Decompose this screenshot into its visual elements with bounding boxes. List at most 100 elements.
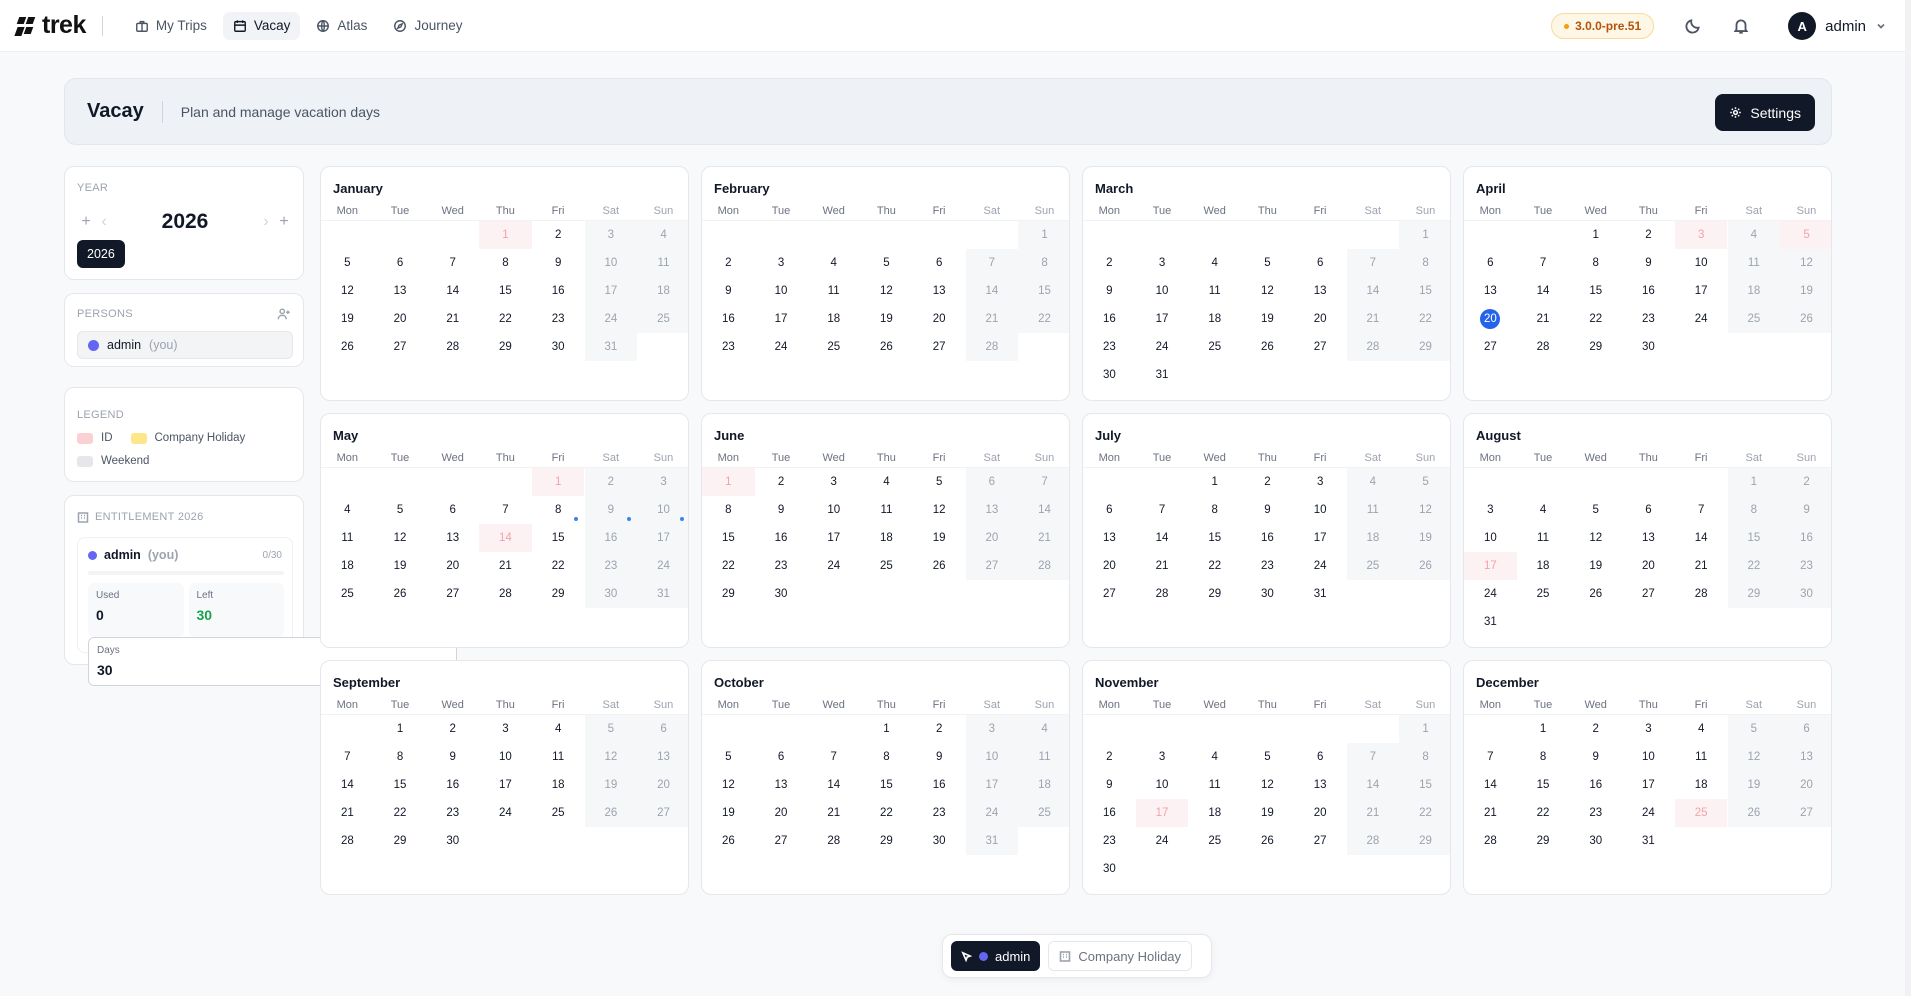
- day-cell[interactable]: 18: [1188, 305, 1241, 333]
- day-cell[interactable]: 17: [1464, 552, 1517, 580]
- day-cell[interactable]: 5: [374, 496, 427, 524]
- day-cell[interactable]: 19: [1399, 524, 1450, 552]
- day-cell[interactable]: 24: [479, 799, 532, 827]
- day-cell[interactable]: 18: [1018, 771, 1069, 799]
- day-cell[interactable]: 9: [913, 743, 966, 771]
- day-cell[interactable]: 1: [702, 468, 755, 496]
- day-cell[interactable]: 6: [1294, 249, 1347, 277]
- day-cell[interactable]: 30: [755, 580, 808, 608]
- day-cell[interactable]: 14: [1346, 277, 1400, 305]
- day-cell[interactable]: 4: [637, 221, 688, 249]
- day-cell[interactable]: 11: [1346, 496, 1400, 524]
- day-cell[interactable]: 20: [637, 771, 688, 799]
- day-cell[interactable]: 14: [321, 771, 374, 799]
- day-cell[interactable]: 8: [1399, 249, 1450, 277]
- day-cell[interactable]: 16: [1083, 799, 1136, 827]
- day-cell[interactable]: 10: [1294, 496, 1347, 524]
- chevron-right-icon[interactable]: ›: [257, 213, 275, 231]
- day-cell[interactable]: 28: [1136, 580, 1189, 608]
- day-cell[interactable]: 17: [1622, 771, 1675, 799]
- day-cell[interactable]: 3: [1136, 249, 1189, 277]
- day-cell[interactable]: 15: [1188, 524, 1241, 552]
- day-cell[interactable]: 25: [1517, 580, 1570, 608]
- day-cell[interactable]: 31: [1464, 608, 1517, 636]
- day-cell[interactable]: 9: [1780, 496, 1831, 524]
- day-cell[interactable]: 20: [1622, 552, 1675, 580]
- day-cell[interactable]: 2: [1083, 743, 1136, 771]
- day-cell-today[interactable]: 20: [1464, 305, 1517, 333]
- day-cell[interactable]: 7: [1136, 496, 1189, 524]
- day-cell[interactable]: 15: [1018, 277, 1069, 305]
- day-cell[interactable]: 7: [321, 743, 374, 771]
- bell-icon[interactable]: [1732, 17, 1750, 35]
- day-cell[interactable]: 24: [807, 552, 860, 580]
- day-cell[interactable]: 23: [702, 333, 755, 361]
- day-cell[interactable]: 21: [479, 552, 532, 580]
- day-cell[interactable]: 25: [321, 580, 374, 608]
- day-cell[interactable]: 3: [755, 249, 808, 277]
- day-cell[interactable]: 31: [1622, 827, 1675, 855]
- day-cell[interactable]: 29: [702, 580, 755, 608]
- day-cell[interactable]: 19: [1727, 771, 1781, 799]
- add-person-icon[interactable]: [277, 307, 291, 321]
- day-cell[interactable]: 5: [913, 468, 966, 496]
- day-cell[interactable]: 13: [1294, 277, 1347, 305]
- day-cell[interactable]: 5: [1727, 715, 1781, 743]
- day-cell[interactable]: 3: [1464, 496, 1517, 524]
- day-cell[interactable]: 17: [637, 524, 688, 552]
- day-cell[interactable]: 6: [1780, 715, 1831, 743]
- day-cell[interactable]: 11: [532, 743, 585, 771]
- add-year-prev-icon[interactable]: +: [77, 213, 95, 231]
- day-cell[interactable]: 25: [1018, 799, 1069, 827]
- day-cell[interactable]: 4: [1188, 249, 1241, 277]
- day-cell[interactable]: 24: [1294, 552, 1347, 580]
- day-cell[interactable]: 1: [1018, 221, 1069, 249]
- day-cell[interactable]: 12: [1241, 771, 1294, 799]
- day-cell[interactable]: 30: [426, 827, 479, 855]
- day-cell[interactable]: 13: [755, 771, 808, 799]
- day-cell[interactable]: 1: [531, 468, 585, 496]
- day-cell[interactable]: 24: [1464, 580, 1517, 608]
- day-cell[interactable]: 29: [1569, 333, 1622, 361]
- day-cell[interactable]: 12: [1727, 743, 1781, 771]
- day-cell[interactable]: 22: [1188, 552, 1241, 580]
- day-cell[interactable]: 15: [479, 277, 532, 305]
- day-cell[interactable]: 9: [1569, 743, 1622, 771]
- day-cell[interactable]: 11: [1727, 249, 1781, 277]
- day-cell[interactable]: 21: [1464, 799, 1517, 827]
- company-holiday-button[interactable]: Company Holiday: [1048, 941, 1193, 971]
- day-cell[interactable]: 30: [1241, 580, 1294, 608]
- settings-button[interactable]: Settings: [1715, 94, 1815, 131]
- day-cell[interactable]: 11: [1675, 743, 1728, 771]
- day-cell[interactable]: 26: [1241, 827, 1294, 855]
- day-cell[interactable]: 22: [1018, 305, 1069, 333]
- day-cell[interactable]: 8: [1517, 743, 1570, 771]
- day-cell[interactable]: 14: [479, 524, 532, 552]
- day-cell[interactable]: 21: [1346, 799, 1400, 827]
- day-cell[interactable]: 20: [374, 305, 427, 333]
- day-cell[interactable]: 4: [1018, 715, 1069, 743]
- day-cell[interactable]: 21: [1346, 305, 1400, 333]
- day-cell[interactable]: 12: [584, 743, 638, 771]
- day-cell[interactable]: 3: [1674, 221, 1728, 249]
- day-cell[interactable]: 12: [860, 277, 913, 305]
- day-cell[interactable]: 30: [1780, 580, 1831, 608]
- day-cell[interactable]: 21: [1136, 552, 1189, 580]
- day-cell[interactable]: 21: [965, 305, 1019, 333]
- day-cell[interactable]: 23: [1083, 333, 1136, 361]
- day-cell[interactable]: 8: [860, 743, 913, 771]
- day-cell[interactable]: 12: [321, 277, 374, 305]
- day-cell[interactable]: 5: [321, 249, 374, 277]
- day-cell[interactable]: 1: [374, 715, 427, 743]
- day-cell[interactable]: 13: [1083, 524, 1136, 552]
- day-cell[interactable]: 24: [755, 333, 808, 361]
- day-cell[interactable]: 17: [1135, 799, 1189, 827]
- day-cell[interactable]: 2: [702, 249, 755, 277]
- day-cell[interactable]: 19: [1241, 799, 1294, 827]
- day-cell[interactable]: 2: [1780, 468, 1831, 496]
- day-cell[interactable]: 4: [1517, 496, 1570, 524]
- day-cell[interactable]: 24: [1675, 305, 1728, 333]
- day-cell[interactable]: 26: [1780, 305, 1831, 333]
- day-cell[interactable]: 18: [1727, 277, 1781, 305]
- day-cell[interactable]: 18: [1188, 799, 1241, 827]
